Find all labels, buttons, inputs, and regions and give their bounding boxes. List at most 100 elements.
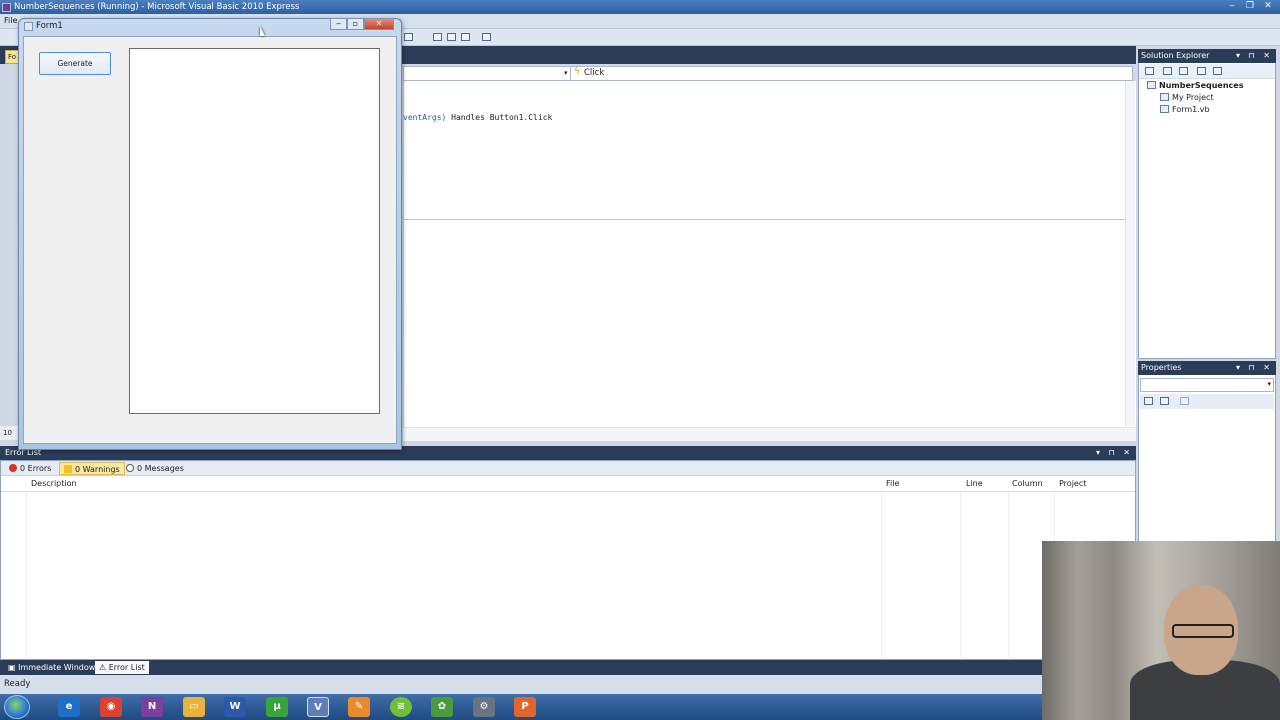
toolbar-icon[interactable] — [404, 33, 413, 41]
code-navigation-bar: ▾ ϟ Click — [403, 66, 1133, 81]
vertical-scrollbar[interactable] — [1125, 81, 1135, 426]
code-line: ventArgs) Handles Button1.Click — [403, 113, 552, 122]
visual-basic-icon[interactable]: V — [307, 697, 329, 717]
property-pages-icon[interactable] — [1180, 397, 1189, 405]
column-header-description[interactable]: Description — [31, 479, 77, 488]
ide-title-text: NumberSequences (Running) - Microsoft Vi… — [14, 2, 300, 12]
solution-tree-item[interactable]: My Project — [1160, 93, 1214, 102]
view-designer-icon[interactable] — [1213, 67, 1222, 75]
solution-tree-project[interactable]: NumberSequences — [1147, 81, 1243, 90]
tab-label: Immediate Window — [18, 663, 96, 672]
tab-immediate-window[interactable]: ▣ Immediate Window — [4, 661, 99, 674]
horizontal-scrollbar[interactable] — [403, 427, 1136, 441]
properties-toolbar — [1140, 394, 1274, 409]
code-token: ventArgs) — [403, 113, 447, 122]
errors-count: 0 Errors — [20, 464, 52, 473]
document-tab[interactable]: Fo — [5, 50, 19, 64]
warnings-count: 0 Warnings — [75, 465, 120, 474]
form-window-controls: ‒ ▫ ✕ — [330, 18, 394, 30]
solution-tree-item[interactable]: Form1.vb — [1160, 105, 1210, 114]
toolbar-icon[interactable] — [461, 33, 470, 41]
method-dropdown[interactable]: Click — [584, 68, 604, 78]
error-list-columns: Description File Line Column Project — [1, 477, 1135, 492]
minimize-icon[interactable]: ‒ — [330, 18, 347, 30]
warnings-filter-button[interactable]: 0 Warnings — [59, 462, 125, 475]
info-icon — [126, 464, 134, 472]
evernote-icon[interactable]: ✿ — [431, 697, 453, 717]
properties-icon[interactable] — [1145, 67, 1154, 75]
maximize-icon[interactable]: ▫ — [347, 18, 364, 30]
form-title: Form1 — [36, 21, 63, 31]
properties-object-selector[interactable]: ▾ — [1140, 378, 1274, 392]
visual-studio-icon — [2, 3, 11, 12]
zoom-indicator[interactable]: 10 — [0, 426, 20, 440]
column-header-file[interactable]: File — [886, 479, 899, 488]
mouse-cursor-icon — [260, 26, 265, 36]
view-code-icon[interactable] — [1197, 67, 1206, 75]
solution-explorer-header: Solution Explorer ▾ ⊓ ✕ — [1138, 49, 1276, 63]
presenter-glasses — [1172, 624, 1234, 638]
refresh-icon[interactable] — [1179, 67, 1188, 75]
warning-icon — [64, 465, 72, 473]
utorrent-icon[interactable]: µ — [266, 697, 288, 717]
solution-tree-label: My Project — [1172, 93, 1214, 102]
pane-controls[interactable]: ▾ ⊓ ✕ — [1236, 49, 1273, 63]
pane-controls[interactable]: ▾ ⊓ ✕ — [1236, 361, 1273, 375]
close-icon[interactable]: ✕ — [1260, 0, 1276, 12]
properties-header: Properties ▾ ⊓ ✕ — [1138, 361, 1276, 375]
toolbar-icon[interactable] — [447, 33, 456, 41]
explorer-icon[interactable]: ▭ — [183, 697, 205, 717]
show-all-icon[interactable] — [1163, 67, 1172, 75]
solution-tree-label: Form1.vb — [1172, 105, 1210, 114]
project-label: NumberSequences — [1159, 81, 1244, 90]
bottom-tool-tabs: ▣ Immediate Window ⚠ Error List — [0, 660, 1136, 675]
powerpoint-icon[interactable]: P — [514, 697, 536, 717]
messages-filter-button[interactable]: 0 Messages — [122, 462, 188, 475]
divider — [570, 66, 571, 81]
chevron-down-icon[interactable]: ▾ — [1267, 380, 1271, 388]
onenote-icon[interactable]: N — [141, 697, 163, 717]
start-button[interactable] — [4, 695, 30, 719]
spotify-icon[interactable]: ≋ — [390, 697, 412, 717]
tab-label: Error List — [108, 663, 145, 672]
errors-filter-button[interactable]: 0 Errors — [5, 462, 55, 475]
solution-explorer-toolbar — [1139, 64, 1275, 79]
categorized-icon[interactable] — [1144, 397, 1153, 405]
my-project-icon — [1160, 93, 1169, 101]
menu-file[interactable]: File — [4, 16, 17, 25]
word-icon[interactable]: W — [224, 697, 246, 717]
column-divider — [26, 492, 27, 658]
column-divider — [1008, 492, 1009, 658]
ie-icon[interactable]: e — [58, 697, 80, 717]
column-header-line[interactable]: Line — [966, 479, 983, 488]
column-header-column[interactable]: Column — [1012, 479, 1043, 488]
generate-button[interactable]: Generate — [39, 52, 111, 75]
tool-icon[interactable]: ⚙ — [473, 697, 495, 717]
tab-error-list[interactable]: ⚠ Error List — [95, 661, 149, 674]
ide-window-controls: ‒ ❐ ✕ — [1224, 0, 1276, 14]
error-icon — [9, 464, 17, 472]
pane-controls[interactable]: ▾ ⊓ ✕ — [1096, 446, 1133, 460]
alphabetical-icon[interactable] — [1160, 397, 1169, 405]
maximize-icon[interactable]: ❐ — [1242, 0, 1258, 12]
paint-icon[interactable]: ✎ — [348, 697, 370, 717]
status-text: Ready — [4, 679, 31, 689]
project-icon — [1147, 81, 1156, 89]
form-file-icon — [1160, 105, 1169, 113]
output-list-box[interactable] — [129, 48, 380, 414]
method-separator — [403, 219, 1125, 220]
messages-count: 0 Messages — [137, 464, 184, 473]
toolbar-icon[interactable] — [482, 33, 491, 41]
properties-title: Properties — [1141, 363, 1182, 372]
chrome-icon[interactable]: ◉ — [100, 697, 122, 717]
event-icon: ϟ — [574, 67, 580, 77]
solution-explorer-title: Solution Explorer — [1141, 51, 1210, 60]
code-token: Handles Button1.Click — [446, 113, 553, 122]
column-divider — [960, 492, 961, 658]
minimize-icon[interactable]: ‒ — [1224, 0, 1240, 12]
chevron-down-icon[interactable]: ▾ — [564, 69, 568, 77]
toolbar-icon[interactable] — [433, 33, 442, 41]
close-icon[interactable]: ✕ — [364, 18, 394, 30]
column-header-project[interactable]: Project — [1059, 479, 1086, 488]
code-editor[interactable] — [403, 81, 1136, 441]
